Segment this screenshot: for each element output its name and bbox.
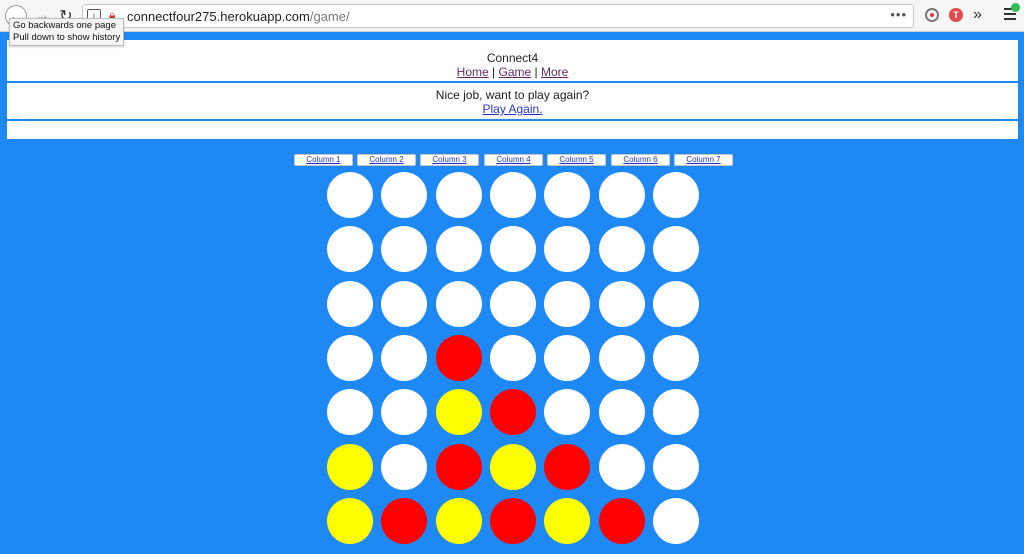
board-cell-empty — [327, 280, 373, 327]
board-cell-empty — [381, 443, 428, 490]
column-button-3[interactable]: Column 3 — [420, 154, 479, 166]
board-cell-yellow — [544, 497, 591, 544]
back-button-tooltip: Go backwards one page Pull down to show … — [9, 18, 125, 46]
column-button-1[interactable]: Column 1 — [294, 154, 353, 166]
board-cell-red — [381, 497, 428, 544]
board-cell-empty — [544, 172, 591, 218]
column-button-2[interactable]: Column 2 — [357, 154, 416, 166]
board-cell-empty — [652, 334, 699, 381]
board-cell-yellow — [489, 443, 536, 490]
board-cell-empty — [489, 172, 536, 218]
board-cell-yellow — [327, 497, 373, 544]
nav-separator: | — [492, 65, 496, 79]
column-button-4[interactable]: Column 4 — [484, 154, 543, 166]
update-badge-icon — [1011, 3, 1020, 12]
url-text[interactable]: connectfour275.herokuapp.com/game/ — [127, 9, 350, 24]
board-cell-empty — [544, 280, 591, 327]
board-cell-empty — [435, 280, 482, 327]
board-cell-empty — [598, 389, 645, 436]
board-cell-empty — [327, 226, 373, 273]
board-cell-empty — [544, 226, 591, 273]
play-again-link[interactable]: Play Again. — [482, 102, 542, 116]
board-cell-empty — [598, 334, 645, 381]
board-cell-empty — [652, 280, 699, 327]
extension-record-icon[interactable] — [925, 8, 939, 22]
board-cell-empty — [435, 172, 482, 218]
board-cell-empty — [544, 389, 591, 436]
board-cell-red — [544, 443, 591, 490]
url-bar[interactable]: i 🔒︎ connectfour275.herokuapp.com/game/ … — [82, 4, 914, 28]
board-cell-red — [598, 497, 645, 544]
page-actions-icon[interactable]: ••• — [890, 7, 907, 22]
board-cell-empty — [327, 389, 373, 436]
nav-home-link[interactable]: Home — [457, 65, 489, 79]
board-cell-empty — [381, 389, 428, 436]
board-cell-empty — [598, 443, 645, 490]
board-cell-yellow — [327, 443, 373, 490]
url-domain: connectfour275.herokuapp.com — [127, 9, 310, 24]
board-cell-empty — [381, 334, 428, 381]
column-button-5[interactable]: Column 5 — [547, 154, 606, 166]
result-message: Nice job, want to play again? — [435, 88, 590, 102]
nav-game-link[interactable]: Game — [498, 65, 531, 79]
nav-more-link[interactable]: More — [541, 65, 568, 79]
board-cell-empty — [489, 226, 536, 273]
board-cell-empty — [381, 226, 428, 273]
board-cell-empty — [435, 226, 482, 273]
tooltip-line-1: Go backwards one page — [13, 20, 116, 31]
board-cell-empty — [652, 443, 699, 490]
extension-t-icon[interactable]: T — [949, 8, 963, 22]
board-cell-yellow — [435, 389, 482, 436]
nav-separator: | — [534, 65, 538, 79]
site-header: Connect4 Home | Game | More — [7, 40, 1018, 81]
board-cell-empty — [652, 389, 699, 436]
board-cell-red — [435, 334, 482, 381]
overflow-chevron-icon[interactable]: » — [973, 6, 982, 24]
board-cell-empty — [381, 280, 428, 327]
board-cell-empty — [544, 334, 591, 381]
column-button-6[interactable]: Column 6 — [611, 154, 670, 166]
board-cell-empty — [598, 280, 645, 327]
board-cell-empty — [327, 334, 373, 381]
result-message-box: Nice job, want to play again? Play Again… — [7, 83, 1018, 119]
board-cell-red — [489, 389, 536, 436]
board-cell-empty — [652, 497, 699, 544]
site-nav: Home | Game | More — [7, 65, 1018, 79]
board-cell-red — [435, 443, 482, 490]
board-cell-yellow — [435, 497, 482, 544]
column-button-7[interactable]: Column 7 — [674, 154, 733, 166]
empty-status-bar — [7, 121, 1018, 139]
board-cell-empty — [652, 172, 699, 218]
board-cell-red — [489, 497, 536, 544]
board-cell-empty — [652, 226, 699, 273]
board-cell-empty — [327, 172, 373, 218]
url-path: /game/ — [309, 9, 350, 24]
board-cell-empty — [598, 226, 645, 273]
board-cell-empty — [598, 172, 645, 218]
board-cell-empty — [381, 172, 428, 218]
tooltip-line-2: Pull down to show history — [13, 32, 121, 43]
board-cell-empty — [489, 334, 536, 381]
browser-toolbar: ← → ↻ i 🔒︎ connectfour275.herokuapp.com/… — [0, 0, 1024, 32]
site-title: Connect4 — [486, 51, 539, 65]
board-cell-empty — [489, 280, 536, 327]
